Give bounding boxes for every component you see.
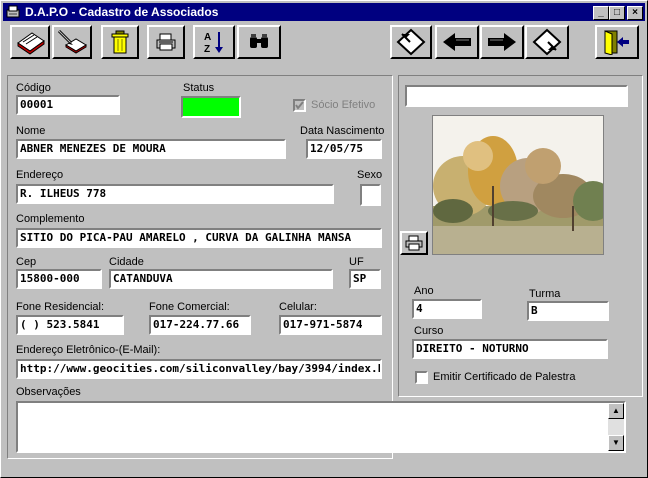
codigo-label: Código <box>16 82 51 94</box>
celular-label: Celular: <box>279 301 317 313</box>
print-photo-button[interactable] <box>400 231 428 255</box>
top-search-field[interactable] <box>405 85 628 107</box>
cidade-label: Cidade <box>109 256 144 268</box>
left-arrow-icon <box>443 33 471 51</box>
fone-residencial-label: Fone Residencial: <box>16 301 105 313</box>
nome-field[interactable]: ABNER MENEZES DE MOURA <box>16 139 286 159</box>
socio-efetivo-checkbox[interactable] <box>293 99 306 112</box>
ano-label: Ano <box>414 285 434 297</box>
fone-residencial-field[interactable]: ( ) 523.5841 <box>16 315 124 335</box>
card-stack-icon <box>17 32 45 55</box>
new-record-button[interactable] <box>10 25 50 59</box>
observacoes-textarea[interactable] <box>16 401 626 453</box>
cep-field[interactable]: 15800-000 <box>16 269 102 289</box>
socio-efetivo-label: Sócio Efetivo <box>311 99 376 111</box>
delete-record-button[interactable] <box>101 25 139 59</box>
trash-icon <box>111 30 129 54</box>
first-arrow-icon <box>396 28 426 56</box>
email-field[interactable]: http://www.geocities.com/siliconvalley/b… <box>16 359 382 379</box>
certificado-label: Emitir Certificado de Palestra <box>433 371 576 383</box>
curso-field[interactable]: DIREITO - NOTURNO <box>412 339 608 359</box>
complemento-label: Complemento <box>16 213 85 225</box>
email-label: Endereço Eletrônico-(E-Mail): <box>16 344 161 356</box>
uf-field[interactable]: SP <box>349 269 381 289</box>
printer-icon <box>405 235 423 251</box>
window-title: D.A.P.O - Cadastro de Associados <box>25 5 219 19</box>
close-button[interactable]: × <box>627 6 643 20</box>
binoculars-icon <box>250 34 268 48</box>
last-record-button[interactable] <box>525 25 569 59</box>
app-icon <box>6 5 20 18</box>
data-nascimento-field[interactable]: 12/05/75 <box>306 139 382 159</box>
sort-az-icon: A Z <box>204 32 223 55</box>
title-bar: D.A.P.O - Cadastro de Associados _ □ × <box>3 3 645 21</box>
maximize-button[interactable]: □ <box>609 6 625 20</box>
certificado-checkbox[interactable] <box>415 371 428 384</box>
observacoes-label: Observações <box>16 386 81 398</box>
curso-label: Curso <box>414 325 444 337</box>
cep-label: Cep <box>16 256 37 268</box>
scroll-down-button[interactable]: ▼ <box>608 435 624 451</box>
ano-field[interactable]: 4 <box>412 299 482 319</box>
checkmark-icon <box>295 101 304 110</box>
print-button[interactable] <box>147 25 185 59</box>
data-nascimento-label: Data Nascimento <box>300 125 385 137</box>
search-button[interactable] <box>237 25 281 59</box>
endereco-field[interactable]: R. ILHEUS 778 <box>16 184 334 204</box>
previous-record-button[interactable] <box>435 25 479 59</box>
minimize-button[interactable]: _ <box>593 6 609 20</box>
exit-door-icon <box>604 30 629 55</box>
celular-field[interactable]: 017-971-5874 <box>279 315 382 335</box>
edit-record-button[interactable] <box>52 25 92 59</box>
cidade-field[interactable]: CATANDUVA <box>109 269 333 289</box>
member-photo <box>432 115 604 255</box>
turma-field[interactable]: B <box>527 301 609 321</box>
fone-comercial-label: Fone Comercial: <box>149 301 230 313</box>
svg-text:Z: Z <box>204 44 210 55</box>
first-record-button[interactable] <box>390 25 432 59</box>
fone-comercial-field[interactable]: 017-224.77.66 <box>149 315 251 335</box>
nome-label: Nome <box>16 125 46 137</box>
status-label: Status <box>183 82 215 94</box>
main-window: D.A.P.O - Cadastro de Associados _ □ × A… <box>0 0 648 478</box>
printer-icon <box>156 33 176 51</box>
svg-text:A: A <box>204 32 211 43</box>
observacoes-scrollbar[interactable]: ▲ ▼ <box>608 403 624 451</box>
sort-button[interactable]: A Z <box>193 25 235 59</box>
last-arrow-icon <box>532 28 562 56</box>
pen-card-icon <box>57 29 87 54</box>
exit-button[interactable] <box>595 25 639 59</box>
next-record-button[interactable] <box>480 25 524 59</box>
landscape-photo-image <box>433 116 603 254</box>
uf-label: UF <box>349 256 364 268</box>
turma-label: Turma <box>529 288 561 300</box>
status-indicator <box>181 96 241 118</box>
sexo-label: Sexo <box>357 169 383 181</box>
right-arrow-icon <box>488 33 516 51</box>
scroll-up-button[interactable]: ▲ <box>608 403 624 419</box>
codigo-field[interactable]: 00001 <box>16 95 120 115</box>
sexo-field[interactable] <box>360 184 381 206</box>
endereco-label: Endereço <box>16 169 64 181</box>
complemento-field[interactable]: SITIO DO PICA-PAU AMARELO , CURVA DA GAL… <box>16 228 382 248</box>
